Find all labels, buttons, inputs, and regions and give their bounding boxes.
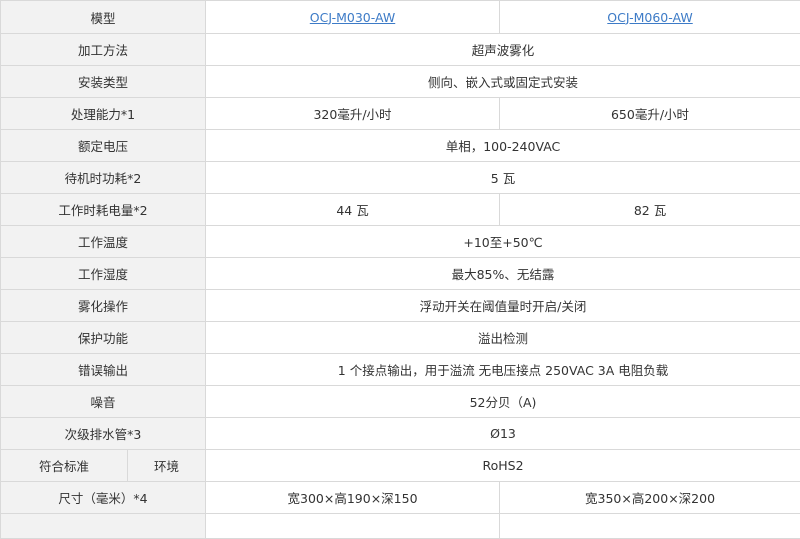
row-value: 单相，100-240VAC: [206, 130, 800, 162]
row-value: 超声波雾化: [206, 34, 800, 66]
row-value: 最大85%、无结露: [206, 258, 800, 290]
row-label: 尺寸（毫米）*4: [1, 482, 206, 514]
row-value: 5 瓦: [206, 162, 800, 194]
row-value: 44 瓦: [206, 194, 500, 226]
row-label: 待机时功耗*2: [1, 162, 206, 194]
row-value: 宽350×高200×深200: [500, 482, 800, 514]
row-value: 320毫升/小时: [206, 98, 500, 130]
table-row: 工作时耗电量*2 44 瓦 82 瓦: [1, 194, 800, 226]
row-label: 安装类型: [1, 66, 206, 98]
table-row: 保护功能 溢出检测: [1, 322, 800, 354]
row-sublabel: 环境: [128, 450, 206, 482]
row-label: 工作温度: [1, 226, 206, 258]
table-row: 雾化操作 浮动开关在阈值量时开启/关闭: [1, 290, 800, 322]
row-value: +10至+50℃: [206, 226, 800, 258]
row-value-empty: [206, 514, 500, 539]
row-value-empty: [500, 514, 800, 539]
table-row: 噪音 52分贝（A): [1, 386, 800, 418]
row-label: 噪音: [1, 386, 206, 418]
row-label: 次级排水管*3: [1, 418, 206, 450]
row-value: 侧向、嵌入式或固定式安装: [206, 66, 800, 98]
table-row: 待机时功耗*2 5 瓦: [1, 162, 800, 194]
row-value: 浮动开关在阈值量时开启/关闭: [206, 290, 800, 322]
model-2-cell: OCJ-M060-AW: [500, 1, 800, 34]
row-label: 额定电压: [1, 130, 206, 162]
table-row: 加工方法 超声波雾化: [1, 34, 800, 66]
row-label: 雾化操作: [1, 290, 206, 322]
table-row: 额定电压 单相，100-240VAC: [1, 130, 800, 162]
row-label-empty: [1, 514, 206, 539]
row-value: 宽300×高190×深150: [206, 482, 500, 514]
row-value: 溢出检测: [206, 322, 800, 354]
row-label: 错误输出: [1, 354, 206, 386]
row-label: 符合标准: [1, 450, 128, 482]
model-1-link[interactable]: OCJ-M030-AW: [310, 10, 395, 25]
row-value: Ø13: [206, 418, 800, 450]
row-value: 650毫升/小时: [500, 98, 800, 130]
spec-table: 模型 OCJ-M030-AW OCJ-M060-AW 加工方法 超声波雾化 安装…: [0, 0, 800, 539]
row-value: 1 个接点输出，用于溢流 无电压接点 250VAC 3A 电阻负载: [206, 354, 800, 386]
row-label: 处理能力*1: [1, 98, 206, 130]
table-row: 安装类型 侧向、嵌入式或固定式安装: [1, 66, 800, 98]
table-row: 工作温度 +10至+50℃: [1, 226, 800, 258]
model-1-cell: OCJ-M030-AW: [206, 1, 500, 34]
table-row: 错误输出 1 个接点输出，用于溢流 无电压接点 250VAC 3A 电阻负载: [1, 354, 800, 386]
table-row: 处理能力*1 320毫升/小时 650毫升/小时: [1, 98, 800, 130]
model-header-label: 模型: [1, 1, 206, 34]
model-2-link[interactable]: OCJ-M060-AW: [607, 10, 692, 25]
row-label: 工作时耗电量*2: [1, 194, 206, 226]
row-value: 52分贝（A): [206, 386, 800, 418]
row-value: RoHS2: [206, 450, 800, 482]
table-row: 符合标准 环境 RoHS2: [1, 450, 800, 482]
row-label: 工作湿度: [1, 258, 206, 290]
row-label: 保护功能: [1, 322, 206, 354]
table-row: 工作湿度 最大85%、无结露: [1, 258, 800, 290]
table-row-partial: [1, 514, 800, 539]
table-row: 尺寸（毫米）*4 宽300×高190×深150 宽350×高200×深200: [1, 482, 800, 514]
header-row: 模型 OCJ-M030-AW OCJ-M060-AW: [1, 1, 800, 34]
row-label: 加工方法: [1, 34, 206, 66]
row-value: 82 瓦: [500, 194, 800, 226]
table-row: 次级排水管*3 Ø13: [1, 418, 800, 450]
